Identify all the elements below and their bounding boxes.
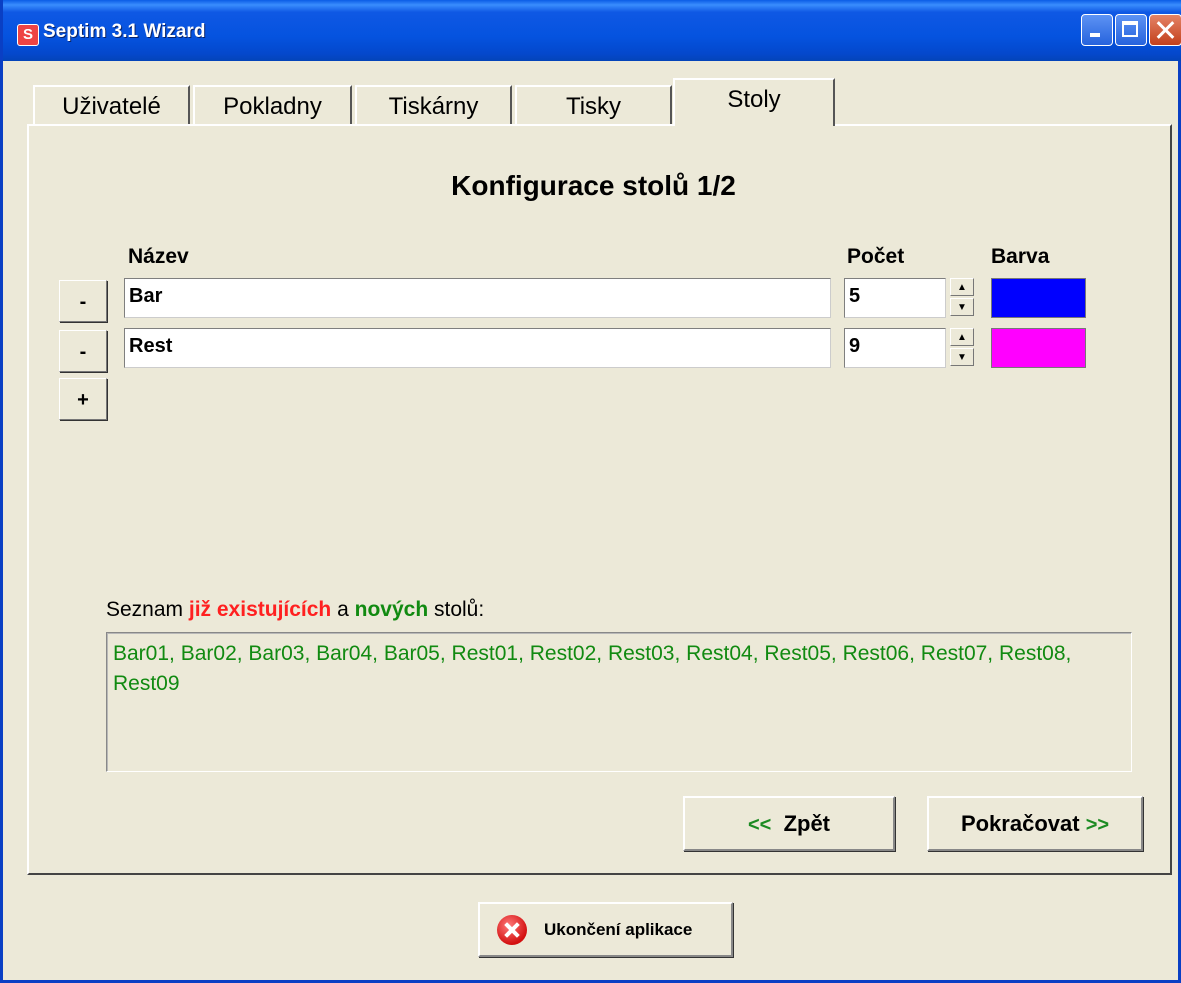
table-count-input[interactable]: 5: [844, 278, 946, 318]
remove-row-button[interactable]: -: [59, 330, 107, 372]
tables-list-label: Seznam již existujících a nových stolů:: [106, 598, 484, 622]
close-icon: [1150, 15, 1181, 45]
close-window-button[interactable]: [1149, 14, 1181, 46]
continue-button-label: Pokračovat: [960, 811, 1080, 836]
continue-button[interactable]: Pokračovat >>: [927, 796, 1143, 851]
count-spinner[interactable]: ▲ ▼: [950, 328, 976, 368]
spin-down-icon[interactable]: ▼: [950, 298, 974, 316]
list-label-existing: již existujících: [188, 598, 332, 621]
spin-up-icon[interactable]: ▲: [950, 278, 974, 296]
window-title: Septim 3.1 Wizard: [43, 21, 206, 42]
table-name-input[interactable]: Rest: [124, 328, 831, 368]
spin-up-icon[interactable]: ▲: [950, 328, 974, 346]
exit-application-button[interactable]: Ukončení aplikace: [478, 902, 733, 957]
tab-tiskarny[interactable]: Tiskárny: [355, 85, 512, 125]
tab-stoly[interactable]: Stoly: [673, 78, 835, 126]
tables-list-box: Bar01, Bar02, Bar03, Bar04, Bar05, Rest0…: [106, 632, 1132, 772]
septim-app-icon: S: [17, 24, 39, 46]
maximize-icon: [1116, 15, 1146, 45]
count-spinner[interactable]: ▲ ▼: [950, 278, 976, 318]
wizard-window: S Septim 3.1 Wizard Uživatelé Pokladny T…: [0, 0, 1181, 983]
tab-uzivatele[interactable]: Uživatelé: [33, 85, 190, 125]
list-label-new: nových: [354, 598, 429, 621]
back-button[interactable]: << Zpět: [683, 796, 895, 851]
table-name-input[interactable]: Bar: [124, 278, 831, 318]
table-count-input[interactable]: 9: [844, 328, 946, 368]
exit-icon: [497, 915, 527, 945]
spin-down-icon[interactable]: ▼: [950, 348, 974, 366]
minimize-icon: [1082, 15, 1112, 45]
list-label-text: a: [331, 598, 355, 621]
tab-tisky[interactable]: Tisky: [515, 85, 672, 125]
page-title: Konfigurace stolů 1/2: [451, 170, 736, 201]
forward-arrow-icon: >>: [1085, 814, 1110, 836]
remove-row-button[interactable]: -: [59, 280, 107, 322]
back-button-label: Zpět: [783, 811, 831, 836]
column-header-color: Barva: [991, 245, 1050, 268]
maximize-button[interactable]: [1115, 14, 1147, 46]
color-swatch[interactable]: [991, 328, 1086, 368]
list-label-text: stolů:: [428, 598, 485, 621]
column-header-count: Počet: [847, 245, 905, 268]
exit-button-label: Ukončení aplikace: [544, 920, 693, 939]
minimize-button[interactable]: [1081, 14, 1113, 46]
list-label-text: Seznam: [106, 598, 189, 621]
title-bar[interactable]: S Septim 3.1 Wizard: [3, 0, 1181, 61]
tab-pokladny[interactable]: Pokladny: [193, 85, 352, 125]
add-row-button[interactable]: +: [59, 378, 107, 420]
color-swatch[interactable]: [991, 278, 1086, 318]
back-arrow-icon: <<: [747, 814, 772, 836]
column-header-name: Název: [128, 245, 189, 268]
